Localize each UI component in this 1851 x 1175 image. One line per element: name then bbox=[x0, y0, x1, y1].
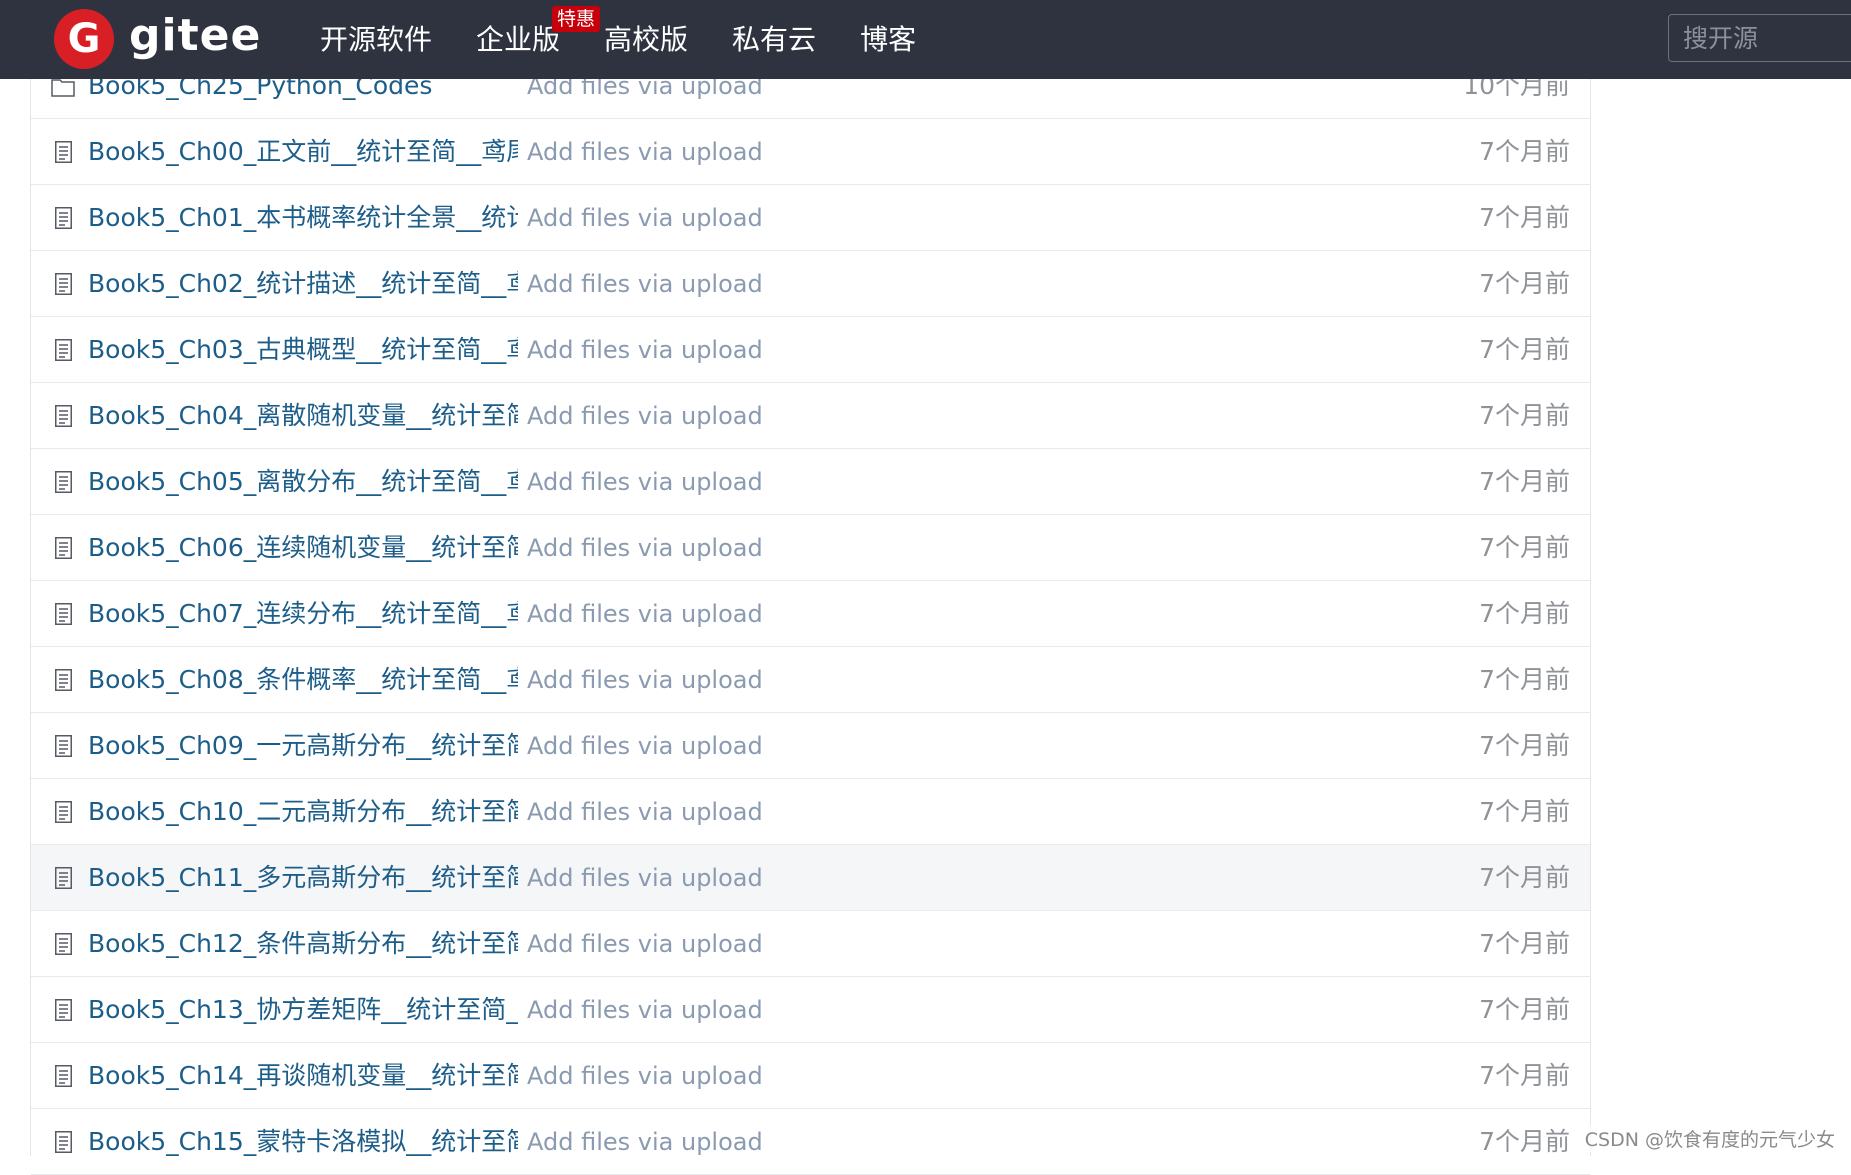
commit-time: 7个月前 bbox=[1479, 251, 1570, 317]
file-row[interactable]: Book5_Ch08_条件概率__统计至简__鸢...Add files via… bbox=[31, 647, 1590, 713]
file-row[interactable]: Book5_Ch11_多元高斯分布__统计至简...Add files via … bbox=[31, 845, 1590, 911]
commit-message-link[interactable]: Add files via upload bbox=[527, 185, 763, 251]
file-name-link[interactable]: Book5_Ch03_古典概型__统计至简__鸢... bbox=[88, 317, 518, 383]
file-icon bbox=[55, 537, 72, 559]
commit-message-link[interactable]: Add files via upload bbox=[527, 977, 763, 1043]
file-icon bbox=[55, 471, 72, 493]
commit-time: 7个月前 bbox=[1479, 845, 1570, 911]
commit-time: 7个月前 bbox=[1479, 185, 1570, 251]
commit-time: 7个月前 bbox=[1479, 1043, 1570, 1109]
file-name-link[interactable]: Book5_Ch11_多元高斯分布__统计至简... bbox=[88, 845, 518, 911]
commit-time: 7个月前 bbox=[1479, 515, 1570, 581]
watermark: CSDN @饮食有度的元气少女 bbox=[1585, 1125, 1835, 1152]
commit-time: 7个月前 bbox=[1479, 119, 1570, 185]
top-navigation-bar: G gitee 开源软件 企业版 特惠 高校版 私有云 博客 bbox=[0, 0, 1851, 79]
commit-time: 7个月前 bbox=[1479, 911, 1570, 977]
file-list: Book5_Ch25_Python_CodesAdd files via upl… bbox=[30, 0, 1591, 1156]
nav-item-enterprise[interactable]: 企业版 特惠 bbox=[476, 0, 560, 79]
file-icon bbox=[55, 141, 72, 163]
file-name-link[interactable]: Book5_Ch12_条件高斯分布__统计至简... bbox=[88, 911, 518, 977]
commit-message-link[interactable]: Add files via upload bbox=[527, 713, 763, 779]
commit-message-link[interactable]: Add files via upload bbox=[527, 581, 763, 647]
file-row[interactable]: Book5_Ch15_蒙特卡洛模拟__统计至简...Add files via … bbox=[31, 1109, 1590, 1175]
file-icon bbox=[55, 603, 72, 625]
commit-message-link[interactable]: Add files via upload bbox=[527, 251, 763, 317]
file-name-link[interactable]: Book5_Ch02_统计描述__统计至简__鸢... bbox=[88, 251, 518, 317]
file-name-link[interactable]: Book5_Ch07_连续分布__统计至简__鸢... bbox=[88, 581, 518, 647]
commit-time: 7个月前 bbox=[1479, 647, 1570, 713]
nav-item-blog[interactable]: 博客 bbox=[860, 0, 916, 79]
file-name-link[interactable]: Book5_Ch08_条件概率__统计至简__鸢... bbox=[88, 647, 518, 713]
file-name-link[interactable]: Book5_Ch06_连续随机变量__统计至简... bbox=[88, 515, 518, 581]
file-row[interactable]: Book5_Ch01_本书概率统计全景__统计...Add files via … bbox=[31, 185, 1590, 251]
folder-icon bbox=[51, 77, 68, 99]
commit-message-link[interactable]: Add files via upload bbox=[527, 317, 763, 383]
file-icon bbox=[55, 273, 72, 295]
file-row[interactable]: Book5_Ch06_连续随机变量__统计至简...Add files via … bbox=[31, 515, 1590, 581]
file-row[interactable]: Book5_Ch14_再谈随机变量__统计至简...Add files via … bbox=[31, 1043, 1590, 1109]
gitee-logo[interactable]: G gitee bbox=[54, 9, 261, 69]
gitee-logo-icon: G bbox=[54, 9, 114, 69]
file-name-link[interactable]: Book5_Ch10_二元高斯分布__统计至简... bbox=[88, 779, 518, 845]
nav-item-education[interactable]: 高校版 bbox=[604, 0, 688, 79]
main-nav: 开源软件 企业版 特惠 高校版 私有云 博客 bbox=[320, 0, 960, 79]
file-name-link[interactable]: Book5_Ch15_蒙特卡洛模拟__统计至简... bbox=[88, 1109, 518, 1175]
file-icon bbox=[55, 801, 72, 823]
nav-item-open-source[interactable]: 开源软件 bbox=[320, 0, 432, 79]
commit-message-link[interactable]: Add files via upload bbox=[527, 119, 763, 185]
file-icon bbox=[55, 1065, 72, 1087]
commit-time: 7个月前 bbox=[1479, 977, 1570, 1043]
commit-message-link[interactable]: Add files via upload bbox=[527, 779, 763, 845]
file-row[interactable]: Book5_Ch13_协方差矩阵__统计至简__...Add files via… bbox=[31, 977, 1590, 1043]
file-row[interactable]: Book5_Ch05_离散分布__统计至简__鸢...Add files via… bbox=[31, 449, 1590, 515]
commit-message-link[interactable]: Add files via upload bbox=[527, 911, 763, 977]
commit-message-link[interactable]: Add files via upload bbox=[527, 1043, 763, 1109]
promo-badge: 特惠 bbox=[552, 6, 600, 32]
file-icon bbox=[55, 339, 72, 361]
file-row[interactable]: Book5_Ch09_一元高斯分布__统计至简...Add files via … bbox=[31, 713, 1590, 779]
commit-message-link[interactable]: Add files via upload bbox=[527, 647, 763, 713]
commit-time: 7个月前 bbox=[1479, 1109, 1570, 1175]
file-icon bbox=[55, 867, 72, 889]
commit-time: 7个月前 bbox=[1479, 383, 1570, 449]
file-name-link[interactable]: Book5_Ch01_本书概率统计全景__统计... bbox=[88, 185, 518, 251]
commit-time: 7个月前 bbox=[1479, 713, 1570, 779]
file-row[interactable]: Book5_Ch02_统计描述__统计至简__鸢...Add files via… bbox=[31, 251, 1590, 317]
gitee-logo-text: gitee bbox=[129, 14, 261, 64]
nav-item-private-cloud[interactable]: 私有云 bbox=[732, 0, 816, 79]
file-name-link[interactable]: Book5_Ch00_正文前__统计至简__鸢尾... bbox=[88, 119, 518, 185]
file-row[interactable]: Book5_Ch12_条件高斯分布__统计至简...Add files via … bbox=[31, 911, 1590, 977]
commit-time: 7个月前 bbox=[1479, 449, 1570, 515]
file-row[interactable]: Book5_Ch10_二元高斯分布__统计至简...Add files via … bbox=[31, 779, 1590, 845]
file-icon bbox=[55, 933, 72, 955]
file-name-link[interactable]: Book5_Ch13_协方差矩阵__统计至简__... bbox=[88, 977, 518, 1043]
file-name-link[interactable]: Book5_Ch05_离散分布__统计至简__鸢... bbox=[88, 449, 518, 515]
commit-message-link[interactable]: Add files via upload bbox=[527, 515, 763, 581]
file-icon bbox=[55, 1131, 72, 1153]
file-row[interactable]: Book5_Ch07_连续分布__统计至简__鸢...Add files via… bbox=[31, 581, 1590, 647]
commit-time: 7个月前 bbox=[1479, 317, 1570, 383]
file-row[interactable]: Book5_Ch03_古典概型__统计至简__鸢...Add files via… bbox=[31, 317, 1590, 383]
commit-message-link[interactable]: Add files via upload bbox=[527, 383, 763, 449]
commit-message-link[interactable]: Add files via upload bbox=[527, 1109, 763, 1175]
file-name-link[interactable]: Book5_Ch14_再谈随机变量__统计至简... bbox=[88, 1043, 518, 1109]
commit-message-link[interactable]: Add files via upload bbox=[527, 449, 763, 515]
file-icon bbox=[55, 405, 72, 427]
commit-time: 7个月前 bbox=[1479, 581, 1570, 647]
file-icon bbox=[55, 999, 72, 1021]
file-icon bbox=[55, 669, 72, 691]
search-input[interactable] bbox=[1668, 14, 1851, 62]
commit-time: 7个月前 bbox=[1479, 779, 1570, 845]
file-name-link[interactable]: Book5_Ch04_离散随机变量__统计至简... bbox=[88, 383, 518, 449]
commit-message-link[interactable]: Add files via upload bbox=[527, 845, 763, 911]
file-row[interactable]: Book5_Ch00_正文前__统计至简__鸢尾...Add files via… bbox=[31, 119, 1590, 185]
file-name-link[interactable]: Book5_Ch09_一元高斯分布__统计至简... bbox=[88, 713, 518, 779]
file-row[interactable]: Book5_Ch04_离散随机变量__统计至简...Add files via … bbox=[31, 383, 1590, 449]
nav-item-label: 企业版 bbox=[476, 23, 560, 56]
file-icon bbox=[55, 207, 72, 229]
file-icon bbox=[55, 735, 72, 757]
